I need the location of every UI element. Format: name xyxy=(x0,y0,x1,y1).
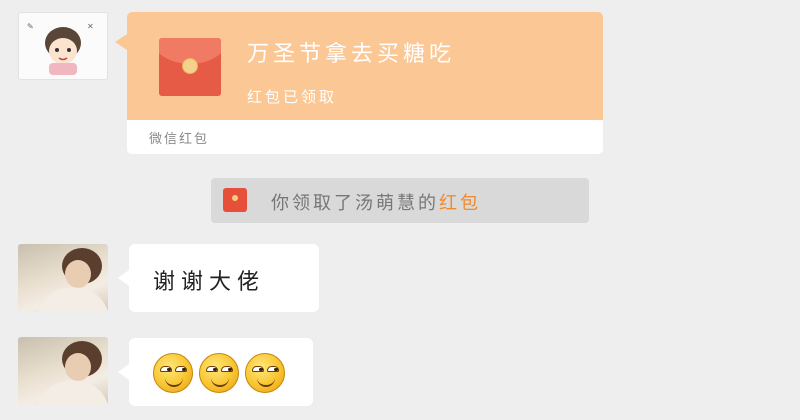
svg-text:✕: ✕ xyxy=(87,22,94,31)
svg-text:✎: ✎ xyxy=(27,22,34,31)
smirk-emoji-icon xyxy=(199,353,239,393)
bubble-tail xyxy=(118,270,129,286)
emoji-message-bubble[interactable] xyxy=(118,338,313,406)
bubble-tail xyxy=(118,364,129,380)
red-envelope-icon xyxy=(159,38,221,96)
red-packet-header: 万圣节拿去买糖吃 红包已领取 xyxy=(127,12,603,120)
red-packet-status: 红包已领取 xyxy=(247,88,338,106)
red-packet-card[interactable]: 万圣节拿去买糖吃 红包已领取 微信红包 xyxy=(127,12,603,154)
message-bubble[interactable]: 谢谢大佬 xyxy=(118,244,319,312)
red-packet-footer: 微信红包 xyxy=(127,120,603,154)
smirk-emoji-icon xyxy=(245,353,285,393)
user-avatar[interactable] xyxy=(18,337,108,405)
system-notice-text: 你领取了汤萌慧的红包 xyxy=(271,189,481,215)
message-text: 谢谢大佬 xyxy=(153,270,266,295)
system-notice-prefix: 你领取了汤萌慧的 xyxy=(271,193,439,214)
sender-avatar[interactable]: ✎ ✕ xyxy=(18,12,108,80)
red-packet-small-icon xyxy=(223,188,247,212)
user-avatar[interactable] xyxy=(18,244,108,312)
smirk-emoji-icon xyxy=(153,353,193,393)
photo-avatar-icon xyxy=(38,341,108,405)
red-packet-title: 万圣节拿去买糖吃 xyxy=(247,42,456,67)
system-notice-red-packet-link[interactable]: 红包 xyxy=(439,193,481,214)
photo-avatar-icon xyxy=(38,248,108,312)
red-packet-bubble-tail xyxy=(115,34,127,50)
system-notice: 你领取了汤萌慧的红包 xyxy=(211,178,589,223)
cartoon-avatar-icon: ✎ ✕ xyxy=(27,22,94,75)
red-packet-source-label: 微信红包 xyxy=(149,132,210,147)
